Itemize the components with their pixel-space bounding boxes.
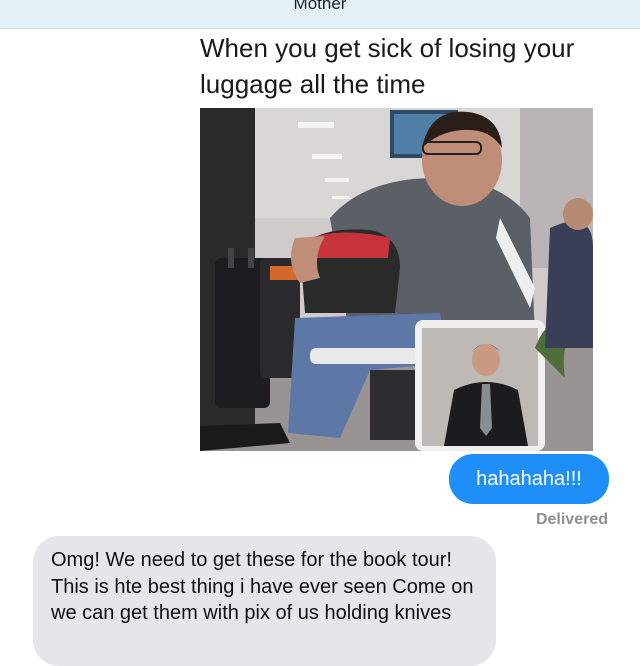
shared-photo[interactable] [200,108,593,451]
delivery-status: Delivered [535,511,608,528]
received-message-text: Omg! We need to get these for the book t… [51,549,474,624]
airport-photo-illustration [200,108,593,451]
contact-name[interactable]: Mother [294,0,347,14]
conversation-header: Mother [0,0,640,29]
image-caption: When you get sick of losing your luggage… [200,33,575,99]
received-message-bubble[interactable]: Omg! We need to get these for the book t… [33,536,496,666]
sent-message-bubble[interactable]: hahahaha!!! [449,454,609,504]
